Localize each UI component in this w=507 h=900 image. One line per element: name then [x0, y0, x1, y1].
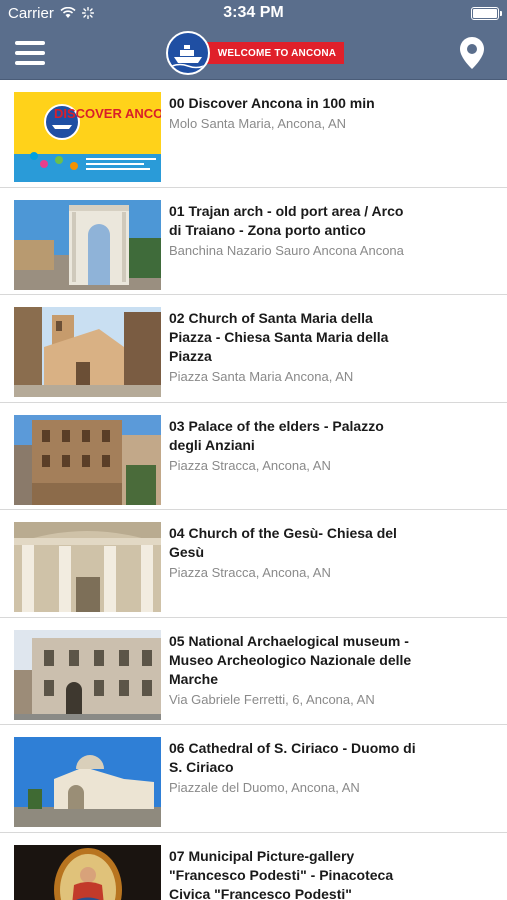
place-thumbnail	[14, 414, 161, 505]
place-title: 02 Church of Santa Maria della Piazza - …	[169, 310, 389, 364]
place-title: 06 Cathedral of S. Ciriaco - Duomo di S.…	[169, 740, 416, 775]
list-item[interactable]: 04 Church of the Gesù- Chiesa del Gesù P…	[0, 510, 507, 618]
map-pin-icon[interactable]	[459, 36, 485, 70]
list-item[interactable]: 05 National Archaelogical museum - Museo…	[0, 618, 507, 725]
place-address: Banchina Nazario Sauro Ancona Ancona	[169, 242, 404, 258]
status-bar: Carrier 3:34 PM	[0, 0, 507, 26]
activity-spinner-icon	[81, 7, 94, 19]
place-address: Piazza Santa Maria Ancona, AN	[169, 369, 354, 384]
places-list: DISCOVER ANCONA 00 Discover Ancona in 10…	[0, 80, 507, 900]
place-thumbnail	[14, 844, 161, 900]
carrier-label: Carrier	[8, 4, 54, 22]
app-logo: WELCOME TO ANCONA	[166, 31, 344, 75]
hamburger-menu-icon[interactable]	[15, 41, 45, 65]
place-thumbnail: DISCOVER ANCONA	[14, 92, 161, 182]
thumbnail-caption: DISCOVER ANCONA	[54, 106, 161, 121]
place-title: 03 Palace of the elders - Palazzo degli …	[169, 417, 384, 453]
place-title: 00 Discover Ancona in 100 min	[169, 95, 375, 111]
ship-logo-icon	[166, 31, 210, 75]
place-address: Piazza Stracca, Ancona, AN	[169, 457, 331, 473]
wifi-icon	[60, 7, 76, 18]
list-item[interactable]: 03 Palace of the elders - Palazzo degli …	[0, 403, 507, 510]
battery-icon	[471, 6, 502, 20]
logo-banner-text: WELCOME TO ANCONA	[198, 42, 344, 64]
place-address: Molo Santa Maria, Ancona, AN	[169, 116, 347, 131]
place-address: Piazzale del Duomo, Ancona, AN	[169, 780, 360, 795]
place-thumbnail	[14, 522, 161, 612]
place-address: Via Gabriele Ferretti, 6, Ancona, AN	[169, 691, 375, 707]
place-address: Piazza Stracca, Ancona, AN	[169, 565, 331, 580]
nav-bar: WELCOME TO ANCONA	[0, 26, 507, 80]
list-item[interactable]: 02 Church of Santa Maria della Piazza - …	[0, 295, 507, 403]
place-title: 04 Church of the Gesù- Chiesa del Gesù	[169, 525, 397, 560]
list-item[interactable]: 06 Cathedral of S. Ciriaco - Duomo di S.…	[0, 725, 507, 833]
place-thumbnail	[14, 629, 161, 720]
list-item[interactable]: 07 Municipal Picture-gallery "Francesco …	[0, 833, 507, 900]
place-thumbnail	[14, 307, 161, 397]
place-thumbnail	[14, 737, 161, 827]
place-thumbnail	[14, 199, 161, 290]
place-title: 07 Municipal Picture-gallery "Francesco …	[169, 847, 394, 900]
place-title: 01 Trajan arch - old port area / Arco di…	[169, 202, 404, 238]
list-item[interactable]: DISCOVER ANCONA 00 Discover Ancona in 10…	[0, 80, 507, 188]
place-title: 05 National Archaelogical museum - Museo…	[169, 632, 412, 687]
list-item[interactable]: 01 Trajan arch - old port area / Arco di…	[0, 188, 507, 295]
